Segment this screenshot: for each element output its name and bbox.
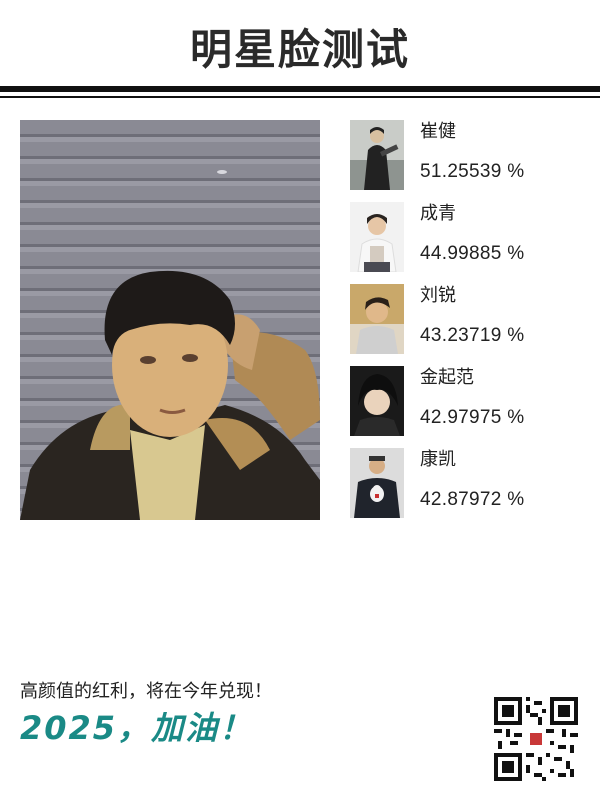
celebrity-thumbnail (350, 120, 404, 190)
celebrity-thumbnail (350, 202, 404, 272)
header-divider-thick (0, 86, 600, 92)
similarity-score: 43.23719 % (420, 325, 525, 346)
cheer-text: 2025，加油！ (20, 709, 254, 747)
slogan-text: 高颜值的红利，将在今年兑现！ (20, 681, 272, 702)
celebrity-name: 刘锐 (420, 285, 456, 306)
celebrity-thumbnail (350, 284, 404, 354)
celebrity-name: 金起范 (420, 367, 474, 388)
results-list: 崔健 51.25539 % 成青 44.99885 % 刘锐 43.23719 … (350, 120, 580, 530)
celebrity-thumbnail (350, 448, 404, 518)
celebrity-name: 成青 (420, 203, 456, 224)
page-title: 明星脸测试 (189, 25, 410, 74)
result-item[interactable]: 金起范 42.97975 % (350, 366, 580, 448)
celebrity-name: 康凯 (420, 449, 456, 470)
header: 明星脸测试 (0, 0, 600, 100)
celebrity-name: 崔健 (420, 121, 456, 142)
similarity-score: 44.99885 % (420, 243, 525, 264)
similarity-score: 42.97975 % (420, 407, 525, 428)
similarity-score: 42.87972 % (420, 489, 525, 510)
user-selfie-image (20, 170, 320, 520)
celebrity-thumbnail (350, 366, 404, 436)
result-item[interactable]: 康凯 42.87972 % (350, 448, 580, 530)
result-item[interactable]: 成青 44.99885 % (350, 202, 580, 284)
header-divider-thin (0, 96, 600, 98)
similarity-score: 51.25539 % (420, 161, 525, 182)
user-photo (20, 120, 320, 520)
result-item[interactable]: 崔健 51.25539 % (350, 120, 580, 202)
result-item[interactable]: 刘锐 43.23719 % (350, 284, 580, 366)
qr-code-icon[interactable] (494, 697, 578, 781)
